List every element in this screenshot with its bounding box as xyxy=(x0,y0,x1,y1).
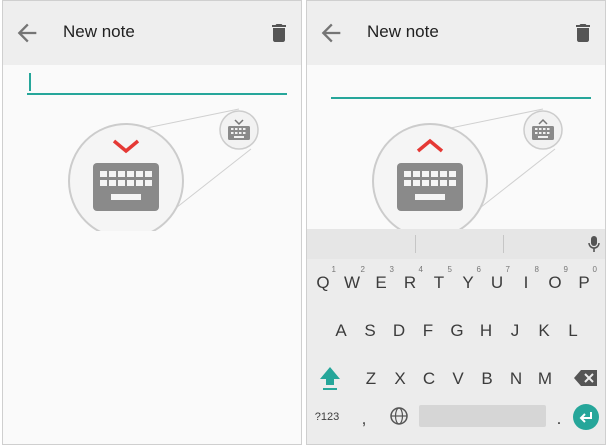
note-text-field[interactable] xyxy=(27,71,287,95)
soft-keyboard: Q1 W2 E3 R4 T5 Y6 U7 I8 O9 P0 A S D F G … xyxy=(307,229,605,444)
trash-icon[interactable] xyxy=(571,21,595,45)
key-g[interactable]: G xyxy=(443,311,471,351)
screen-keyboard-hidden: New note xyxy=(2,0,302,445)
comma-key[interactable]: , xyxy=(357,399,371,439)
key-y[interactable]: Y6 xyxy=(454,263,482,303)
key-hint: 0 xyxy=(592,265,597,274)
back-arrow-icon[interactable] xyxy=(317,19,345,47)
keyboard-hide-illustration xyxy=(3,101,301,239)
note-text-field[interactable] xyxy=(331,75,591,99)
key-f[interactable]: F xyxy=(414,311,442,351)
globe-icon[interactable] xyxy=(389,406,409,426)
page-title: New note xyxy=(367,22,439,41)
key-k[interactable]: K xyxy=(530,311,558,351)
key-i[interactable]: I8 xyxy=(512,263,540,303)
key-hint: 3 xyxy=(389,265,394,274)
key-m[interactable]: M xyxy=(531,359,559,399)
backspace-icon[interactable] xyxy=(573,369,599,387)
key-hint: 5 xyxy=(447,265,452,274)
key-e[interactable]: E3 xyxy=(367,263,395,303)
key-hint: 8 xyxy=(534,265,539,274)
page-title: New note xyxy=(63,22,135,41)
key-hint: 2 xyxy=(360,265,365,274)
key-hint: 1 xyxy=(331,265,336,274)
suggestion-divider xyxy=(503,235,504,253)
period-key[interactable]: . xyxy=(552,399,566,439)
trash-icon[interactable] xyxy=(267,21,291,45)
key-u[interactable]: U7 xyxy=(483,263,511,303)
key-hint: 7 xyxy=(505,265,510,274)
key-s[interactable]: S xyxy=(356,311,384,351)
key-a[interactable]: A xyxy=(327,311,355,351)
text-cursor xyxy=(29,73,31,91)
key-t[interactable]: T5 xyxy=(425,263,453,303)
key-h[interactable]: H xyxy=(472,311,500,351)
suggestion-bar xyxy=(307,229,605,259)
key-j[interactable]: J xyxy=(501,311,529,351)
key-w[interactable]: W2 xyxy=(338,263,366,303)
key-r[interactable]: R4 xyxy=(396,263,424,303)
app-bar: New note xyxy=(3,1,301,65)
back-arrow-icon[interactable] xyxy=(13,19,41,47)
screen-keyboard-shown: New note Q 1 W 2 E 3 R 4 T 5 Y 6 U 7 I 8… xyxy=(306,0,606,445)
key-hint: 4 xyxy=(418,265,423,274)
key-p[interactable]: P0 xyxy=(570,263,598,303)
enter-icon[interactable] xyxy=(573,404,599,430)
microphone-icon[interactable] xyxy=(587,235,601,253)
suggestion-divider xyxy=(415,235,416,253)
key-b[interactable]: B xyxy=(473,359,501,399)
key-c[interactable]: C xyxy=(415,359,443,399)
keyboard-show-illustration xyxy=(307,101,605,239)
key-q[interactable]: Q1 xyxy=(309,263,337,303)
shift-icon[interactable] xyxy=(319,365,341,391)
key-hint: 6 xyxy=(476,265,481,274)
key-o[interactable]: O9 xyxy=(541,263,569,303)
key-d[interactable]: D xyxy=(385,311,413,351)
symbols-key[interactable]: ?123 xyxy=(311,397,343,437)
app-bar: New note xyxy=(307,1,605,65)
key-hint: 9 xyxy=(563,265,568,274)
space-bar[interactable] xyxy=(419,405,546,427)
key-l[interactable]: L xyxy=(559,311,587,351)
key-z[interactable]: Z xyxy=(357,359,385,399)
key-v[interactable]: V xyxy=(444,359,472,399)
key-n[interactable]: N xyxy=(502,359,530,399)
key-x[interactable]: X xyxy=(386,359,414,399)
